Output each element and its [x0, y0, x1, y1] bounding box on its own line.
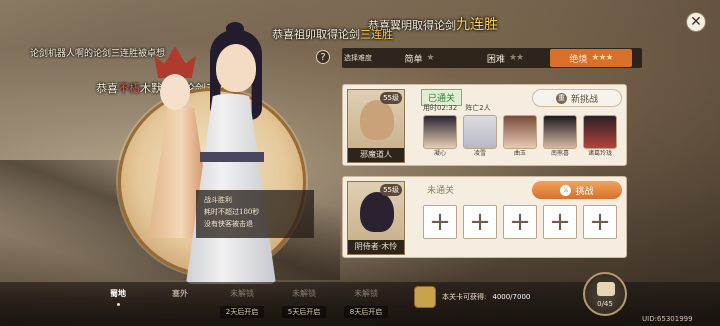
unlock-countdown: 5天后开启 [281, 306, 327, 318]
region-name: 未解锁 [230, 289, 254, 298]
challenge-label: 挑战 [575, 186, 594, 197]
difficulty-hard[interactable]: 困难 ★★ [464, 49, 546, 67]
reward-token-icon [414, 286, 436, 308]
battle-stats: 用时02:32 阵亡2人 [423, 103, 491, 113]
team-member[interactable]: 诸葛玲珑 [583, 115, 617, 161]
member-name: 南熊喜 [550, 150, 569, 157]
battle-panel-2: 55级 阴侍者·木怜 未通关 ⚔ 挑战 + + + + + [342, 176, 627, 258]
question-icon: ? [320, 51, 326, 63]
difficulty-label: 绝境 [569, 54, 588, 65]
stage-reward: 本关卡可获得: 4000/7000 [414, 284, 574, 310]
region-tab-locked-3[interactable]: 未解锁 8天后开启 [336, 288, 396, 318]
region-tab-shudi[interactable]: 蜀地 [88, 288, 148, 306]
team-member[interactable]: 凝心 [423, 115, 457, 161]
current-indicator [116, 303, 120, 306]
enemy-leader-name: 阴侍者·木怜 [348, 240, 404, 254]
difficulty-caption: 选择难度 [344, 54, 372, 62]
member-name: 凌雪 [473, 150, 486, 157]
condition-line: 战斗胜利 [204, 196, 232, 204]
member-name: 凝心 [433, 150, 446, 157]
add-member-slot[interactable]: + [583, 205, 617, 239]
difficulty-label: 困难 [486, 54, 505, 65]
enemy-leader-name: 邪魔道人 [348, 148, 404, 162]
team-member[interactable]: 曲玉 [503, 115, 537, 161]
member-name: 曲玉 [513, 150, 526, 157]
difficulty-easy[interactable]: 简单 ★ [378, 49, 460, 67]
region-name: 未解锁 [354, 289, 378, 298]
broadcast-banner-2: 恭喜祖卯取得论剑三连胜 [272, 28, 393, 41]
difficulty-label: 简单 [404, 54, 423, 65]
chest-count: 0/45 [597, 300, 613, 308]
condition-line: 耗时不超过180秒 [204, 208, 260, 216]
enemy-leader-face [360, 100, 394, 140]
swordsman-character-face [216, 44, 256, 92]
battle-panel-1: 55级 邪魔道人 已通关 用时02:32 阵亡2人 重 新挑战 凝心 凌雪 曲玉… [342, 84, 627, 166]
deaths-stat: 阵亡2人 [465, 104, 491, 112]
reward-label: 本关卡可获得: [442, 293, 487, 301]
region-name: 未解锁 [292, 289, 316, 298]
help-button[interactable]: ? [316, 50, 330, 64]
empress-character-face [160, 74, 190, 110]
region-tab-locked-2[interactable]: 未解锁 5天后开启 [274, 288, 334, 318]
region-tab-locked-1[interactable]: 未解锁 2天后开启 [212, 288, 272, 318]
new-challenge-button[interactable]: 重 新挑战 [532, 89, 622, 107]
team-member[interactable]: 凌雪 [463, 115, 497, 161]
chest-icon [597, 282, 615, 296]
condition-line: 没有侠客被击退 [204, 220, 253, 228]
enemy-leader-face [360, 192, 394, 232]
team-members: 凝心 凌雪 曲玉 南熊喜 诸葛玲珑 [423, 115, 617, 161]
star-conditions-tooltip: 战斗胜利 耗时不超过180秒 没有侠客被击退 [196, 190, 314, 238]
member-name: 诸葛玲珑 [587, 150, 612, 157]
star-icon: ★ [426, 53, 434, 63]
team-member[interactable]: 南熊喜 [543, 115, 577, 161]
add-member-slot[interactable]: + [423, 205, 457, 239]
member-portrait [463, 115, 497, 149]
member-portrait [423, 115, 457, 149]
user-id: UID:65301999 [642, 315, 693, 323]
time-stat: 用时02:32 [423, 104, 458, 112]
empty-team-slots: + + + + + [423, 205, 617, 239]
region-tab-saiwai[interactable]: 塞外 [150, 288, 210, 299]
region-name: 塞外 [172, 289, 188, 298]
star-icon: ★★ [508, 53, 524, 63]
region-name: 蜀地 [110, 289, 126, 298]
swordsman-character-bun [226, 22, 244, 36]
enemy-leader-portrait[interactable]: 55级 邪魔道人 [347, 89, 405, 163]
difficulty-extreme[interactable]: 绝境 ★★★ [550, 49, 632, 67]
reward-chest-button[interactable]: 0/45 [583, 272, 627, 316]
member-portrait [503, 115, 537, 149]
challenge-button[interactable]: ⚔ 挑战 [532, 181, 622, 199]
member-portrait [543, 115, 577, 149]
unlock-countdown: 8天后开启 [343, 306, 389, 318]
difficulty-selector: 选择难度 简单 ★ 困难 ★★ 绝境 ★★★ [342, 48, 642, 68]
new-challenge-label: 新挑战 [570, 94, 598, 105]
add-member-slot[interactable]: + [463, 205, 497, 239]
level-badge: 55级 [380, 184, 402, 196]
member-portrait [583, 115, 617, 149]
close-icon: ✕ [690, 14, 702, 30]
uncleared-status: 未通关 [427, 186, 455, 196]
add-member-slot[interactable]: + [503, 205, 537, 239]
retry-icon: 重 [555, 92, 567, 104]
reward-progress: 4000/7000 [492, 293, 531, 301]
star-icon: ★★★ [591, 53, 613, 63]
broadcast-banner-3: 论剑机器人啊的论剑三连胜被卓想 [30, 49, 166, 59]
close-button[interactable]: ✕ [686, 12, 706, 32]
unlock-countdown: 2天后开启 [219, 306, 265, 318]
add-member-slot[interactable]: + [543, 205, 577, 239]
level-badge: 55级 [380, 92, 402, 104]
swordsman-character-belt [200, 152, 264, 162]
swords-icon: ⚔ [560, 184, 572, 196]
enemy-leader-portrait[interactable]: 55级 阴侍者·木怜 [347, 181, 405, 255]
